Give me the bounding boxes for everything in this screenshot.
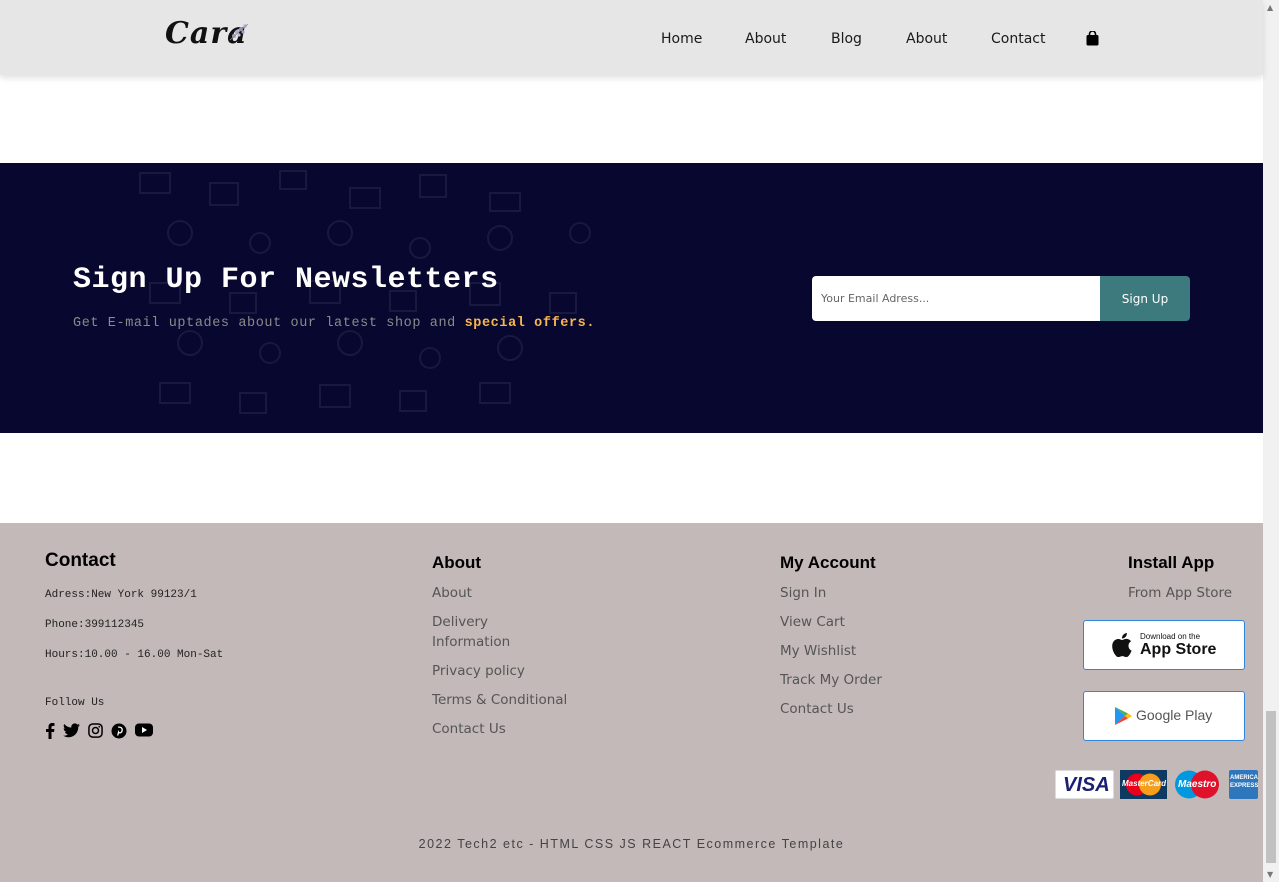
footer-link-view-cart[interactable]: View Cart: [780, 614, 845, 630]
copyright: 2022 Tech2 etc - HTML CSS JS REACT Ecomm…: [418, 837, 845, 851]
newsletter-subtitle: Get E-mail uptades about our latest shop…: [73, 316, 596, 331]
facebook-icon[interactable]: [45, 723, 55, 739]
footer-link-information[interactable]: Information: [432, 634, 510, 650]
american-express-icon: AMERICAN EXPRESS: [1229, 770, 1258, 799]
footer-link-wishlist[interactable]: My Wishlist: [780, 643, 856, 659]
contact-phone: Phone:399112345: [45, 619, 145, 631]
google-play-text: Google Play: [1136, 707, 1213, 723]
site-footer: Contact Adress:New York 99123/1 Phone:39…: [0, 523, 1263, 882]
nav-home[interactable]: Home: [661, 31, 702, 47]
scroll-down-arrow-icon[interactable]: ▼: [1267, 870, 1273, 879]
account-title: My Account: [780, 553, 876, 572]
shopping-bag-icon[interactable]: [1086, 31, 1099, 46]
scrollbar-thumb[interactable]: [1266, 711, 1276, 863]
nav-about[interactable]: About: [745, 31, 786, 47]
lavender-icon: [229, 23, 249, 41]
instagram-icon[interactable]: [88, 723, 103, 738]
footer-link-about[interactable]: About: [432, 585, 472, 601]
install-subtitle: From App Store: [1128, 585, 1233, 601]
contact-title: Contact: [45, 550, 116, 571]
newsletter-title: Sign Up For Newsletters: [73, 263, 499, 297]
app-store-big-text: App Store: [1140, 641, 1217, 658]
pinterest-icon[interactable]: [111, 723, 127, 739]
apple-icon: [1112, 633, 1132, 657]
app-store-button[interactable]: Download on the App Store: [1083, 620, 1245, 670]
maestro-icon: Maestro: [1173, 770, 1221, 799]
nav-blog[interactable]: Blog: [831, 31, 862, 47]
footer-link-delivery[interactable]: Delivery: [432, 614, 488, 630]
site-header: Cara Home About Blog About Contact: [0, 0, 1263, 75]
social-links: [45, 723, 153, 739]
sign-up-button[interactable]: Sign Up: [1100, 276, 1190, 321]
app-store-small-text: Download on the: [1140, 632, 1201, 641]
scroll-up-arrow-icon[interactable]: ▲: [1267, 3, 1273, 12]
google-play-icon: [1115, 707, 1132, 725]
visa-icon: VISA: [1055, 770, 1114, 799]
newsletter-section: Sign Up For Newsletters Get E-mail uptad…: [0, 163, 1263, 433]
youtube-icon[interactable]: [135, 723, 153, 737]
twitter-icon[interactable]: [63, 723, 80, 738]
about-title: About: [432, 553, 482, 572]
contact-hours: Hours:10.00 - 16.00 Mon-Sat: [45, 649, 224, 661]
footer-link-terms[interactable]: Terms & Conditional: [432, 692, 567, 708]
footer-link-track-order[interactable]: Track My Order: [780, 672, 882, 688]
footer-link-privacy[interactable]: Privacy policy: [432, 663, 525, 679]
footer-link-contact-us[interactable]: Contact Us: [780, 701, 854, 717]
email-input[interactable]: [812, 276, 1100, 321]
contact-address: Adress:New York 99123/1: [45, 589, 197, 601]
google-play-button[interactable]: Google Play: [1083, 691, 1245, 741]
mastercard-icon: MasterCard: [1120, 770, 1167, 799]
footer-link-contact[interactable]: Contact Us: [432, 721, 506, 737]
scrollbar[interactable]: ▲ ▼: [1263, 0, 1279, 882]
nav-contact[interactable]: Contact: [991, 31, 1045, 47]
background-pattern: [139, 170, 591, 414]
nav-about-2[interactable]: About: [906, 31, 947, 47]
follow-us-label: Follow Us: [45, 697, 105, 709]
footer-link-sign-in[interactable]: Sign In: [780, 585, 826, 601]
install-title: Install App: [1128, 553, 1215, 572]
